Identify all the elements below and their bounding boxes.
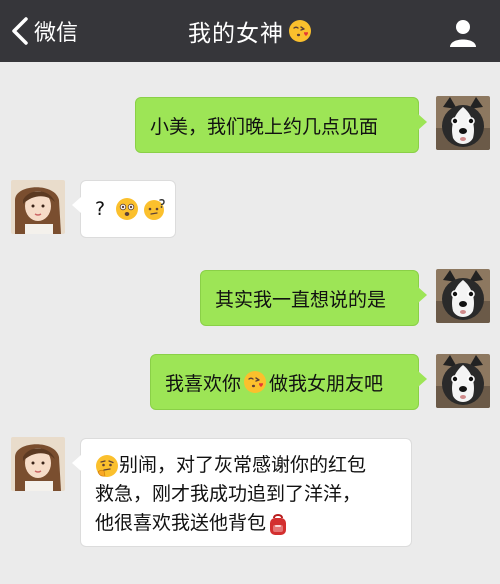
message-bubble-received[interactable]: ? xyxy=(72,180,176,238)
chat-info-button[interactable] xyxy=(448,18,478,48)
thinking-face-emoji-icon xyxy=(95,454,119,478)
message-line: 别闹，对了灰常感谢你的红包 xyxy=(95,451,397,480)
message-text: 他很喜欢我送他背包 xyxy=(95,512,267,534)
message-line: 他很喜欢我送他背包 xyxy=(95,509,397,538)
kissing-heart-emoji-icon xyxy=(288,19,312,43)
message-text: ? xyxy=(95,198,106,220)
my-avatar[interactable] xyxy=(436,269,490,323)
chat-title: 我的女神 xyxy=(188,21,284,47)
contact-avatar[interactable] xyxy=(11,180,65,234)
thinking-question-emoji-icon xyxy=(143,197,167,221)
message-bubble-sent[interactable]: 我喜欢你 做我女朋友吧 xyxy=(150,354,427,410)
message-text: 做我女朋友吧 xyxy=(269,372,384,395)
message-bubble-sent[interactable]: 小美，我们晚上约几点见面 xyxy=(135,97,427,153)
person-icon xyxy=(450,20,476,47)
chat-area[interactable]: 小美，我们晚上约几点见面 ? 其实我一直想说的是 我喜欢你 做我女朋友吧 别闹，… xyxy=(0,62,500,584)
my-avatar[interactable] xyxy=(436,96,490,150)
message-text: 小美，我们晚上约几点见面 xyxy=(150,115,379,138)
kissing-heart-emoji-icon xyxy=(243,370,267,394)
contact-avatar[interactable] xyxy=(11,437,65,491)
message-line: 救急，刚才我成功追到了洋洋， xyxy=(95,480,397,509)
message-text: 别闹，对了灰常感谢你的红包 xyxy=(119,454,367,476)
red-backpack-emoji-icon xyxy=(266,512,290,536)
message-bubble-received[interactable]: 别闹，对了灰常感谢你的红包 救急，刚才我成功追到了洋洋， 他很喜欢我送他背包 xyxy=(72,438,412,547)
message-text: 其实我一直想说的是 xyxy=(215,288,387,311)
my-avatar[interactable] xyxy=(436,354,490,408)
message-bubble-sent[interactable]: 其实我一直想说的是 xyxy=(200,270,427,326)
message-text: 我喜欢你 xyxy=(165,372,242,395)
confused-face-emoji-icon xyxy=(115,197,139,221)
top-bar: 微信 我的女神 xyxy=(0,0,500,62)
message-text: 救急，刚才我成功追到了洋洋， xyxy=(95,483,362,505)
